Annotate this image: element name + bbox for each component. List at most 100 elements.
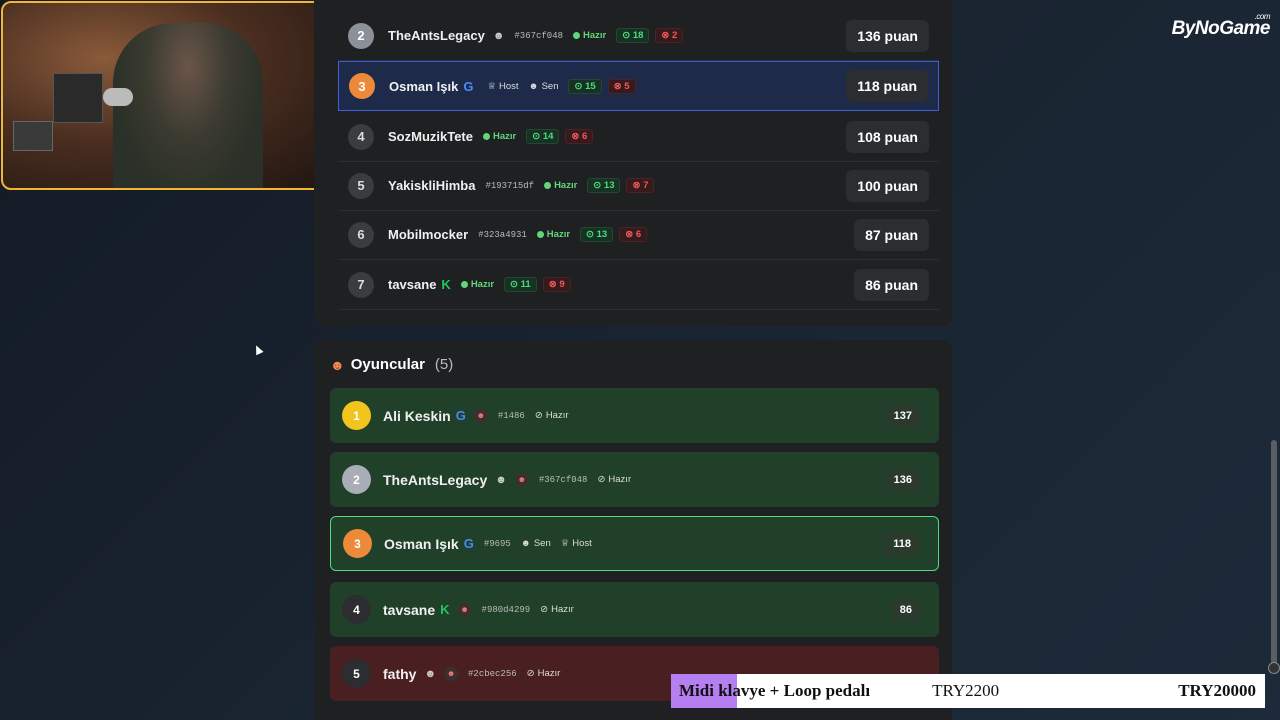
google-icon: G [463,536,474,551]
player-score: 136 [884,467,921,492]
rank-badge: 4 [342,595,371,624]
rank-badge: 4 [348,123,374,150]
wrong-value: 7 [643,180,649,191]
google-icon: G [455,408,466,423]
correct-value: 15 [585,80,596,92]
check-icon [544,182,552,189]
kick-icon: K [441,277,451,292]
ready-status: Hazır [544,180,577,191]
crown-icon: ♕ [560,538,570,549]
players-count: (5) [434,356,454,373]
correct-value: 13 [596,229,608,240]
ready-label: Hazır [537,668,561,679]
ready-label: Hazır [493,131,517,142]
correct-count: ⊙ 11 [504,277,537,292]
kick-user-icon[interactable]: ☻ [444,666,459,681]
google-icon: G [463,78,474,94]
player-card[interactable]: 2 TheAntsLegacy ☻ ☻ #367cf048 ⊘ Hazır 136 [330,452,939,507]
ready-status: Hazır [536,229,571,240]
user-icon: ☻ [520,538,531,549]
scroll-button[interactable] [1268,662,1280,674]
points-badge: 108 puan [846,120,929,153]
kick-user-icon[interactable]: ☻ [473,408,488,423]
banner-text: Midi klavye + Loop pedalı [679,681,871,700]
host-text: Host [572,538,592,549]
wrong-count: ⊗ 6 [565,129,594,144]
check-icon [460,281,468,288]
banner-amount: TRY2200 [932,681,1000,700]
player-card-self[interactable]: 3 Osman Işık G #9695 ☻ Sen ♕ Host 118 [330,516,939,571]
you-text: Sen [533,538,551,549]
wrong-count: ⊗ 5 [607,78,636,94]
kick-user-icon[interactable]: ☻ [457,602,472,617]
kick-icon: K [440,602,450,617]
user-icon: ☻ [424,667,437,680]
player-tag: #980d4299 [481,604,531,615]
players-title: Oyuncular [350,356,425,373]
rank-badge: 2 [348,22,374,49]
check-icon [483,133,490,140]
rank-badge: 3 [343,529,372,558]
users-icon: ☻ [330,356,345,373]
player-tag: #193715df [485,180,535,191]
donation-banner: Midi klavye + Loop pedalı TRY2200 TRY200… [671,674,1265,708]
check-icon [573,32,580,39]
player-name: tavsane [383,601,436,618]
score-row: 6 Mobilmocker #323a4931 Hazır ⊙ 13 ⊗ 6 8… [338,210,939,260]
correct-value: 11 [520,279,531,290]
you-label: ☻ Sen [521,538,551,549]
correct-value: 18 [632,30,644,41]
score-row: 7 tavsane K Hazır ⊙ 11 ⊗ 9 86 puan [338,260,939,310]
brand-suffix: .com [1254,12,1271,21]
correct-count: ⊙ 13 [580,227,614,242]
ready-label: Hazır [546,229,571,240]
ready-status: ⊘ Hazır [527,668,561,679]
player-name: TheAntsLegacy [383,471,488,488]
wrong-count: ⊗ 6 [619,227,648,242]
user-icon: ☻ [492,29,505,42]
ready-status: ⊘ Hazır [540,604,574,615]
user-icon: ☻ [495,473,507,486]
player-card[interactable]: 1 Ali Keskin G ☻ #1486 ⊘ Hazır 137 [330,388,939,443]
rank-badge: 5 [342,659,371,688]
points-badge: 87 puan [854,218,929,251]
player-score: 86 [890,597,921,622]
correct-value: 14 [542,131,554,142]
score-row: 4 SozMuzikTete Hazır ⊙ 14 ⊗ 6 108 puan [338,112,939,162]
player-score: 137 [884,403,921,428]
webcam-shelf [53,73,103,123]
user-icon: ☻ [528,80,539,92]
mouse-cursor [252,343,264,356]
wrong-value: 9 [559,279,565,290]
player-name: fathy [383,665,417,682]
rank-badge: 1 [342,401,371,430]
player-name: Ali Keskin [383,407,451,424]
player-card[interactable]: 4 tavsane K ☻ #980d4299 ⊘ Hazır 86 [330,582,939,637]
you-text: Sen [541,80,559,92]
score-row: 5 YakiskliHimba #193715df Hazır ⊙ 13 ⊗ 7… [338,161,939,211]
rank-badge: 2 [342,465,371,494]
check-icon [536,231,544,238]
wrong-count: ⊗ 9 [542,277,571,292]
scrollbar[interactable] [1271,440,1277,670]
player-tag: #9695 [483,538,511,549]
ready-label: Hazır [545,410,569,421]
kick-user-icon[interactable]: ☻ [514,472,529,487]
correct-count: ⊙ 13 [587,178,621,193]
player-name: SozMuzikTete [388,129,473,144]
check-icon: ⊘ [526,668,535,679]
wrong-value: 2 [672,30,678,41]
score-row-active: 3 Osman Işık G ♕ Host ☻ Sen ⊙ 15 ⊗ 5 118 p… [338,61,939,111]
ready-status: Hazır [573,30,606,41]
player-tag: #367cf048 [514,30,563,41]
ready-status: Hazır [460,279,494,290]
banner-goal: TRY20000 [1178,681,1256,700]
player-name: Osman Işık [384,535,459,552]
player-score: 118 [884,531,920,556]
webcam-microphone [103,88,133,106]
webcam-overlay [1,1,338,190]
webcam-person [113,23,263,188]
player-tag: #367cf048 [538,474,588,485]
player-name: TheAntsLegacy [388,28,485,43]
rank-badge: 7 [348,271,374,298]
